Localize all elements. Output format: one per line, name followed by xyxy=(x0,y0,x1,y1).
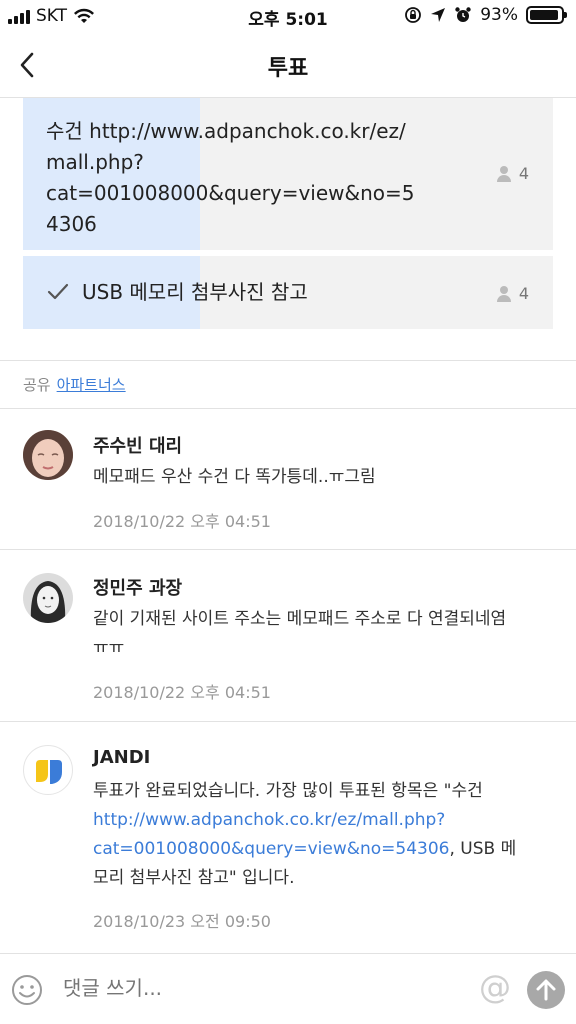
rotation-lock-icon xyxy=(405,7,422,23)
divider xyxy=(0,360,576,361)
comment-author: JANDI xyxy=(93,747,151,768)
battery-percent: 93% xyxy=(480,5,518,25)
comment-text: 같이 기재된 사이트 주소는 메모패드 주소로 다 연결되네염 ㅠㅠ xyxy=(93,609,507,658)
share-label: 공유 xyxy=(23,376,51,394)
emoji-icon[interactable] xyxy=(11,974,43,1006)
avatar[interactable] xyxy=(23,430,73,480)
comment-time: 2018/10/23 오전 09:50 xyxy=(93,912,271,931)
share-link[interactable]: 아파트너스 xyxy=(57,376,126,394)
status-bar: SKT 오후 5:01 93% xyxy=(0,0,576,32)
poll-link[interactable]: http://www.adpanchok.co.kr/ez/mall.php? xyxy=(93,806,553,835)
send-button[interactable] xyxy=(527,971,565,1009)
comment-input[interactable] xyxy=(63,976,463,1000)
mention-button[interactable]: @ xyxy=(479,968,511,1006)
comment-item: JANDI 투표가 완료되었습니다. 가장 많이 투표된 항목은 "수건 htt… xyxy=(0,721,576,953)
poll-link[interactable]: cat=001008000&query=view&no=54306 xyxy=(93,839,450,859)
person-icon xyxy=(496,285,511,302)
location-icon xyxy=(431,8,446,22)
comment-author: 주수빈 대리 xyxy=(93,436,183,457)
share-row: 공유 아파트너스 xyxy=(23,374,126,395)
alarm-icon xyxy=(455,7,471,22)
comment-time: 2018/10/22 오후 04:51 xyxy=(93,512,271,531)
comment-item: 정민주 과장 같이 기재된 사이트 주소는 메모패드 주소로 다 연결되네염 ㅠ… xyxy=(0,549,576,721)
avatar[interactable] xyxy=(23,573,73,623)
nav-bar: 투표 xyxy=(0,32,576,98)
jandi-logo-avatar[interactable] xyxy=(23,745,73,795)
comment-text: 메모패드 우산 수건 다 똑가틍데..ㅠ그림 xyxy=(93,467,376,487)
status-right: 93% xyxy=(404,5,567,25)
comment-time: 2018/10/22 오후 04:51 xyxy=(93,683,271,702)
poll-option-2[interactable]: USB 메모리 첨부사진 참고 4 xyxy=(23,256,553,329)
poll-option-label: USB 메모리 첨부사진 참고 xyxy=(82,280,308,304)
arrow-up-icon xyxy=(536,979,556,1001)
battery-icon xyxy=(526,6,567,24)
poll-option-label: 수건 http://www.adpanchok.co.kr/ez/ mall.p… xyxy=(46,119,415,236)
person-icon xyxy=(496,165,511,182)
vote-count[interactable]: 4 xyxy=(496,284,529,303)
comment-text: 투표가 완료되었습니다. 가장 많이 투표된 항목은 "수건 http://ww… xyxy=(93,777,553,893)
comment-author: 정민주 과장 xyxy=(93,578,183,599)
comment-item: 주수빈 대리 메모패드 우산 수건 다 똑가틍데..ㅠ그림 2018/10/22… xyxy=(0,408,576,549)
vote-count[interactable]: 4 xyxy=(496,164,529,183)
comment-composer: @ xyxy=(0,953,576,1024)
checkmark-icon xyxy=(47,283,69,300)
poll-option-1[interactable]: 수건 http://www.adpanchok.co.kr/ez/ mall.p… xyxy=(23,98,553,250)
page-title: 투표 xyxy=(267,56,309,81)
